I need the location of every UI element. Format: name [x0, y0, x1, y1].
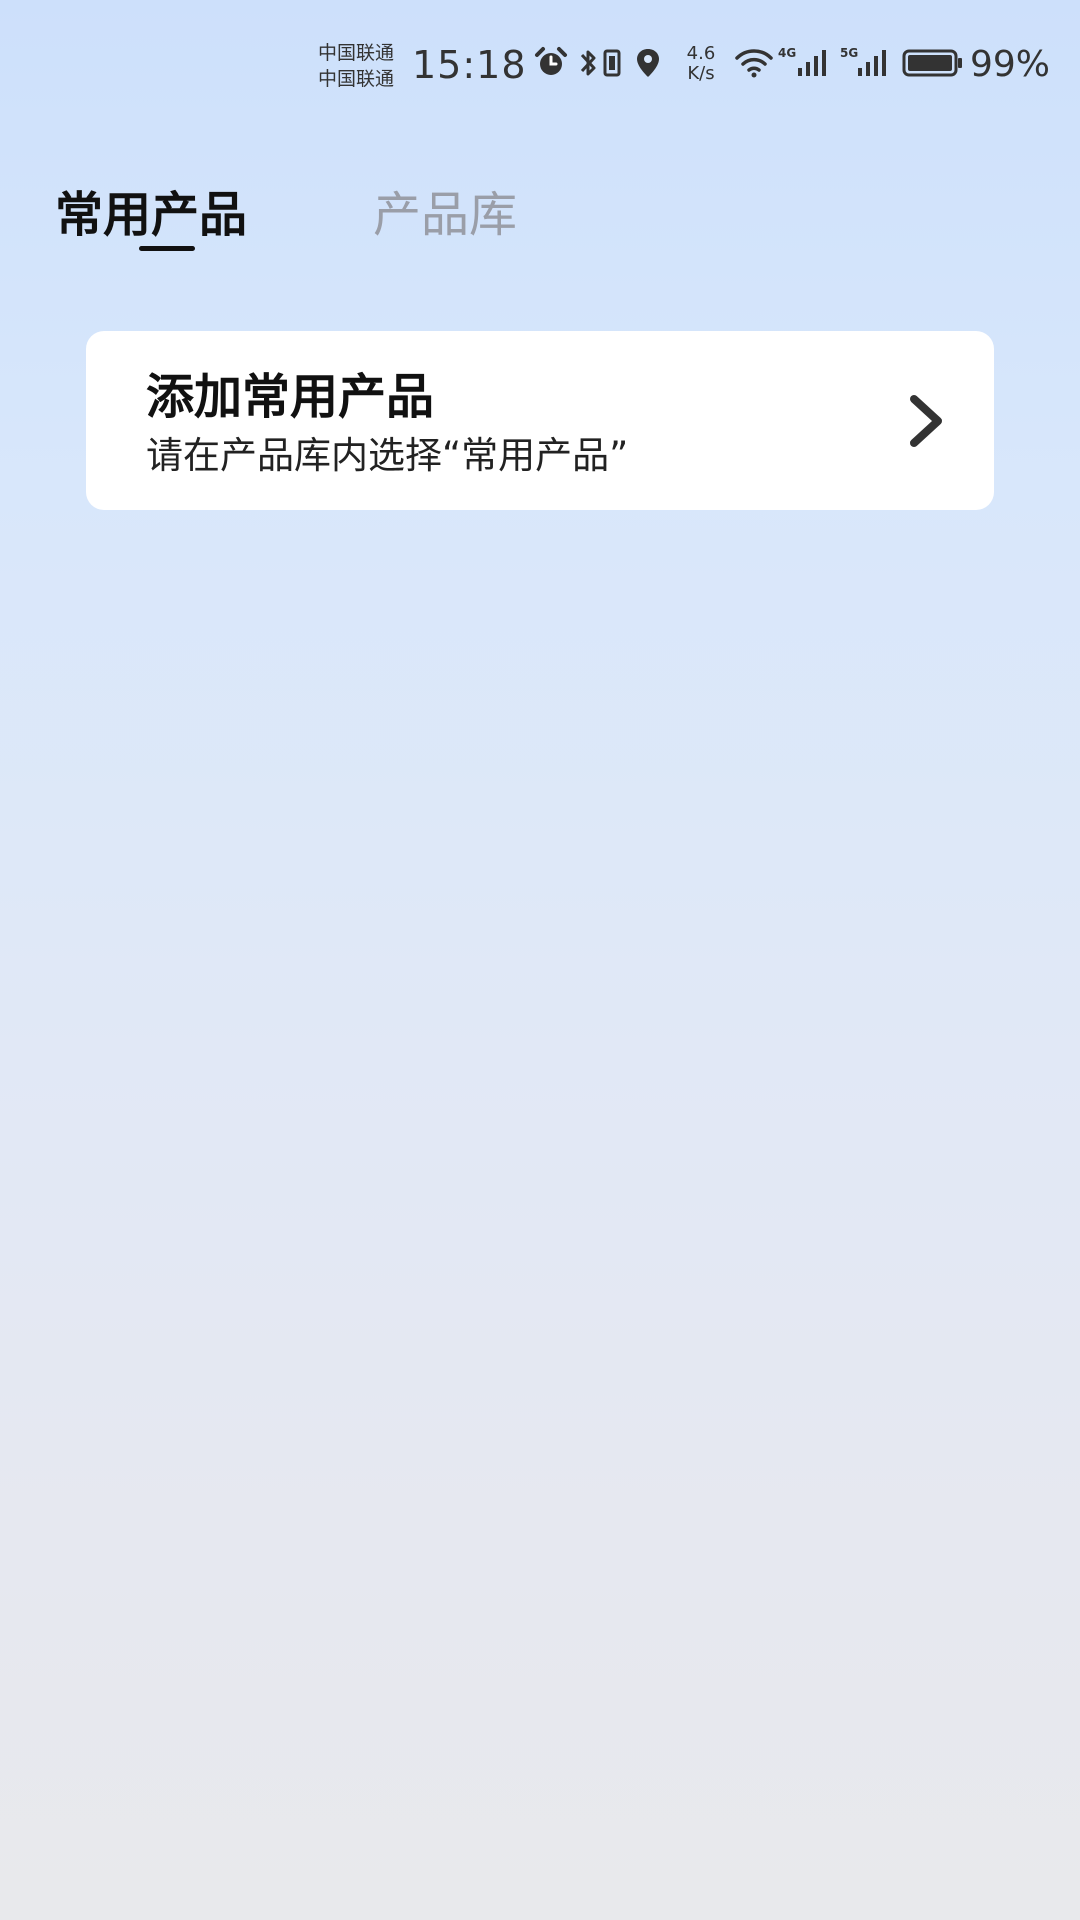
net-speed-value: 4.6: [686, 43, 716, 64]
signal-1-tag: 4G: [778, 46, 797, 60]
tab-active-indicator: [139, 246, 195, 251]
battery-icon: [902, 46, 964, 84]
location-icon: [634, 46, 662, 84]
net-speed-unit: K/s: [687, 63, 715, 84]
signal-icon: [796, 46, 830, 84]
carrier-1: 中国联通: [318, 42, 395, 64]
card-title: 添加常用产品: [146, 369, 435, 425]
tab-product-library[interactable]: 产品库: [373, 180, 517, 250]
status-bar: 中国联通 中国联通 15:18 4.6 K/s 4G 5G 99%: [0, 0, 1080, 120]
alarm-icon: [534, 46, 568, 84]
clock: 15:18: [412, 43, 527, 87]
bluetooth-icon: [578, 46, 600, 84]
signal-icon: [856, 46, 890, 84]
net-speed: 4.6 K/s: [678, 44, 724, 84]
chevron-right-icon[interactable]: [904, 393, 948, 453]
battery-percent: 99%: [970, 44, 1051, 85]
vibrate-icon: [602, 46, 622, 84]
wifi-icon: [734, 46, 774, 84]
carrier-2: 中国联通: [318, 68, 395, 90]
add-frequent-product-card[interactable]: 添加常用产品 请在产品库内选择“常用产品”: [86, 331, 994, 510]
card-subtitle: 请在产品库内选择“常用产品”: [146, 434, 629, 477]
tab-frequent-products[interactable]: 常用产品: [55, 180, 247, 250]
carrier-labels: 中国联通 中国联通: [318, 40, 408, 92]
